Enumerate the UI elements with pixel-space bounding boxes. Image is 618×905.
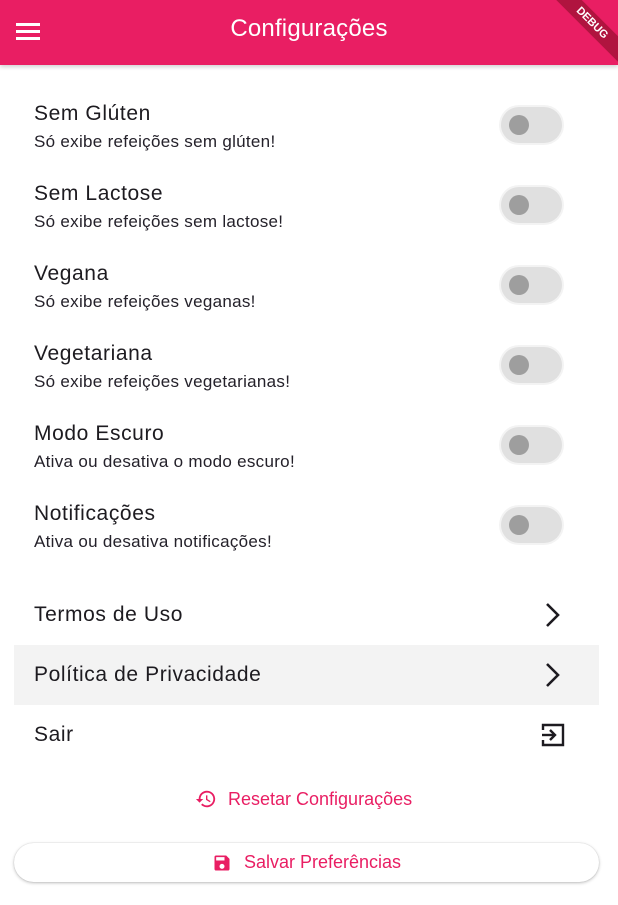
pref-subtitle: Só exibe refeições sem lactose! (34, 212, 284, 231)
terms-of-use-label: Termos de Uso (34, 603, 184, 626)
pref-vegan: Vegana Só exibe refeições veganas! (0, 262, 618, 342)
switch-knob (509, 355, 529, 375)
switch-knob (509, 515, 529, 535)
lactose-free-switch[interactable] (501, 187, 562, 223)
pref-title: Sem Lactose (34, 182, 164, 205)
pref-title: Vegana (34, 262, 109, 285)
pref-gluten-free: Sem Glúten Só exibe refeições sem glúten… (0, 102, 618, 182)
pref-vegetarian: Vegetariana Só exibe refeições vegetaria… (0, 342, 618, 422)
history-icon (195, 790, 216, 808)
terms-of-use-row[interactable]: Termos de Uso (14, 585, 599, 645)
exit-icon (539, 721, 567, 749)
pref-subtitle: Só exibe refeições sem glúten! (34, 132, 276, 151)
pref-subtitle: Só exibe refeições vegetarianas! (34, 372, 291, 391)
chevron-right-icon (539, 661, 567, 689)
switch-knob (509, 435, 529, 455)
switch-knob (509, 275, 529, 295)
chevron-right-icon (539, 601, 567, 629)
pref-title: Modo Escuro (34, 422, 165, 445)
gluten-free-switch[interactable] (501, 107, 562, 143)
pref-title: Vegetariana (34, 342, 153, 365)
pref-dark-mode: Modo Escuro Ativa ou desativa o modo esc… (0, 422, 618, 502)
privacy-policy-row[interactable]: Política de Privacidade (14, 645, 599, 705)
dark-mode-switch[interactable] (501, 427, 562, 463)
save-icon (214, 855, 230, 870)
page-title: Configurações (230, 15, 388, 42)
logout-row[interactable]: Sair (14, 705, 599, 765)
pref-title: Sem Glúten (34, 102, 151, 125)
save-preferences-button[interactable]: Salvar Preferências (14, 843, 599, 882)
pref-title: Notificações (34, 502, 156, 525)
pref-subtitle: Ativa ou desativa o modo escuro! (34, 452, 295, 471)
logout-label: Sair (34, 723, 74, 746)
vegetarian-switch[interactable] (501, 347, 562, 383)
switch-knob (509, 115, 529, 135)
save-preferences-label: Salvar Preferências (243, 852, 402, 872)
pref-subtitle: Ativa ou desativa notificações! (34, 532, 272, 551)
switch-knob (509, 195, 529, 215)
notifications-switch[interactable] (501, 507, 562, 543)
privacy-policy-label: Política de Privacidade (34, 663, 262, 686)
pref-notifications: Notificações Ativa ou desativa notificaç… (0, 502, 618, 582)
reset-settings-button[interactable]: Resetar Configurações (195, 785, 412, 813)
vegan-switch[interactable] (501, 267, 562, 303)
pref-lactose-free: Sem Lactose Só exibe refeições sem lacto… (0, 182, 618, 262)
app-bar: Configurações DEBUG (0, 0, 618, 65)
reset-settings-label: Resetar Configurações (228, 788, 413, 809)
pref-subtitle: Só exibe refeições veganas! (34, 292, 256, 311)
